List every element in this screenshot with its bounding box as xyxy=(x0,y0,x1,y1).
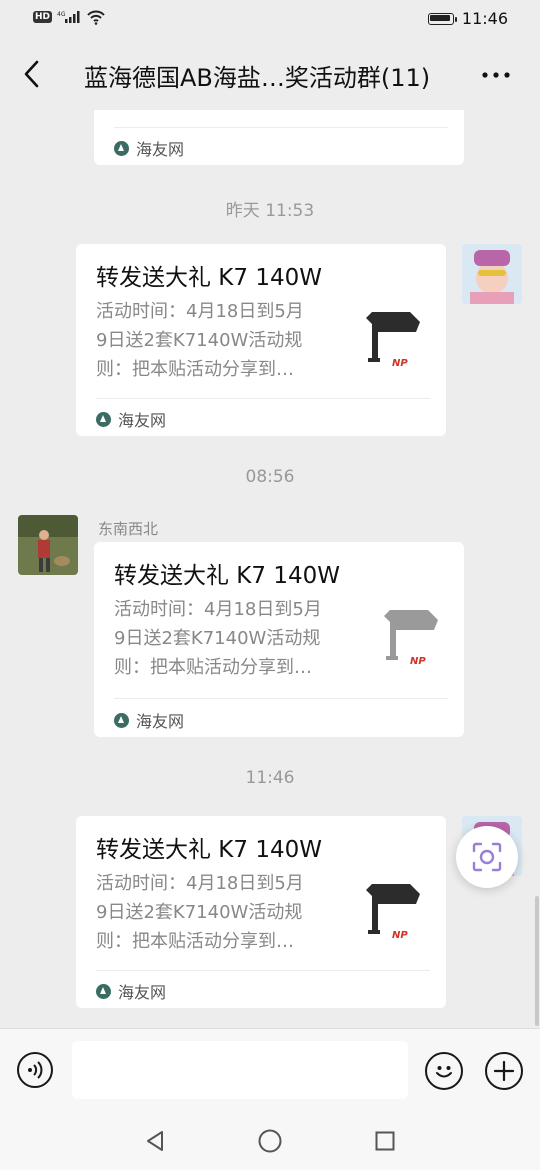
status-right: 11:46 xyxy=(427,9,508,28)
system-nav-bar xyxy=(0,1112,540,1170)
scan-icon xyxy=(472,842,502,872)
card-desc-line: 9日送2套K7140W活动规 xyxy=(96,902,303,923)
status-time: 11:46 xyxy=(461,9,508,28)
nav-recent-button[interactable] xyxy=(370,1126,400,1156)
more-dots-icon xyxy=(482,72,510,78)
card-desc-line: 活动时间：4月18日到5月 xyxy=(114,599,322,620)
emoji-button[interactable] xyxy=(425,1052,463,1090)
card-desc-line: 9日送2套K7140W活动规 xyxy=(114,628,321,649)
wifi-icon xyxy=(87,10,105,25)
timestamp: 11:46 xyxy=(245,768,295,788)
card-source-name: 海友网 xyxy=(118,983,167,1002)
card-source: 海友网 xyxy=(96,979,166,1003)
avatar-image xyxy=(462,244,522,304)
timestamp: 昨天 11:53 xyxy=(225,201,315,221)
more-functions-button[interactable] xyxy=(485,1052,523,1090)
nav-back-button[interactable] xyxy=(140,1126,170,1156)
card-desc-line: 活动时间：4月18日到5月 xyxy=(96,873,304,894)
input-bar xyxy=(0,1028,540,1113)
scrollbar[interactable] xyxy=(535,896,539,1026)
network-type-label: 4G xyxy=(57,11,66,18)
card-divider xyxy=(114,127,448,128)
hd-badge: HD xyxy=(33,11,53,23)
card-desc-line: 则：把本贴活动分享到… xyxy=(114,657,312,678)
card-source-name: 海友网 xyxy=(136,712,185,731)
card-title: 转发送大礼 K7 140W xyxy=(114,563,340,589)
card-source-name: 海友网 xyxy=(136,140,185,159)
source-logo-icon xyxy=(114,140,129,156)
card-desc-line: 则：把本贴活动分享到… xyxy=(96,359,294,380)
chat-header: 蓝海德国AB海盐…奖活动群(11) xyxy=(0,38,540,110)
my-avatar[interactable] xyxy=(462,244,522,304)
link-card[interactable]: 转发送大礼 K7 140W 活动时间：4月18日到5月 9日送2套K7140W活… xyxy=(76,244,446,436)
emoji-icon xyxy=(436,1066,452,1078)
thumbnail-brand: NP xyxy=(410,656,426,667)
card-source-name: 海友网 xyxy=(118,411,167,430)
card-description: 活动时间：4月18日到5月 9日送2套K7140W活动规 则：把本贴活动分享到… xyxy=(96,869,336,956)
status-left: HD 4G xyxy=(33,9,106,25)
card-thumbnail: NP xyxy=(358,878,430,950)
card-title: 转发送大礼 K7 140W xyxy=(96,265,322,291)
square-recent-icon xyxy=(375,1131,395,1151)
card-source: 海友网 xyxy=(114,136,184,160)
card-divider xyxy=(114,698,448,699)
card-divider xyxy=(96,970,430,971)
nav-home-button[interactable] xyxy=(255,1126,285,1156)
card-source: 海友网 xyxy=(96,407,166,431)
chevron-left-icon xyxy=(24,60,39,88)
thumbnail-brand: NP xyxy=(392,930,408,941)
card-thumbnail: NP xyxy=(358,306,430,378)
more-options-button[interactable] xyxy=(476,60,516,90)
link-card-partial[interactable]: 海友网 xyxy=(94,110,464,165)
card-title: 转发送大礼 K7 140W xyxy=(96,837,322,863)
link-card[interactable]: 转发送大礼 K7 140W 活动时间：4月18日到5月 9日送2套K7140W活… xyxy=(94,542,464,737)
status-bar: HD 4G 11:46 xyxy=(0,0,540,38)
battery-icon xyxy=(427,12,457,25)
card-divider xyxy=(96,398,430,399)
chat-title: 蓝海德国AB海盐…奖活动群(11) xyxy=(84,64,431,92)
back-button[interactable] xyxy=(14,54,50,94)
card-desc-line: 则：把本贴活动分享到… xyxy=(96,931,294,952)
voice-button[interactable] xyxy=(17,1052,53,1088)
card-description: 活动时间：4月18日到5月 9日送2套K7140W活动规 则：把本贴活动分享到… xyxy=(96,297,336,384)
source-logo-icon xyxy=(114,712,129,728)
source-logo-icon xyxy=(96,983,111,999)
link-card[interactable]: 转发送大礼 K7 140W 活动时间：4月18日到5月 9日送2套K7140W活… xyxy=(76,816,446,1008)
card-desc-line: 活动时间：4月18日到5月 xyxy=(96,301,304,322)
floating-scan-button[interactable] xyxy=(456,826,518,888)
thumbnail-brand: NP xyxy=(392,358,408,369)
card-desc-line: 9日送2套K7140W活动规 xyxy=(96,330,303,351)
voice-icon xyxy=(28,1061,43,1079)
circle-home-icon xyxy=(258,1129,282,1153)
source-logo-icon xyxy=(96,411,111,427)
sender-avatar[interactable] xyxy=(18,515,78,575)
sender-name: 东南西北 xyxy=(98,520,159,538)
card-source: 海友网 xyxy=(114,708,184,732)
avatar-image xyxy=(18,515,78,575)
triangle-back-icon xyxy=(147,1131,163,1151)
timestamp: 08:56 xyxy=(245,467,295,487)
card-thumbnail: NP xyxy=(376,604,448,676)
signal-icon: 4G xyxy=(57,11,80,23)
card-description: 活动时间：4月18日到5月 9日送2套K7140W活动规 则：把本贴活动分享到… xyxy=(114,595,354,682)
message-list[interactable]: 海友网 昨天 11:53 转发送大礼 K7 140W 活动时间：4月18日到5月… xyxy=(0,110,540,1028)
message-input[interactable] xyxy=(72,1041,408,1099)
plus-icon xyxy=(493,1060,515,1082)
